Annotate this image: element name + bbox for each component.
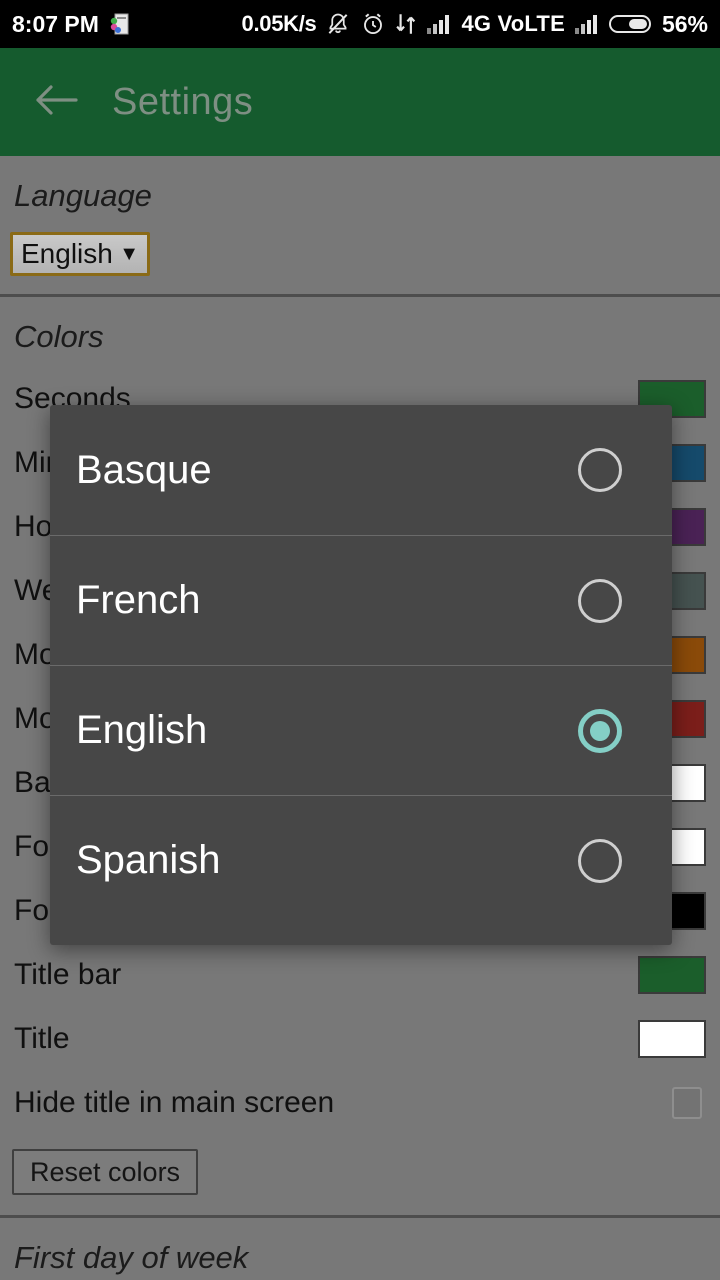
language-option-english[interactable]: English [50, 665, 672, 795]
color-swatch[interactable] [638, 956, 706, 994]
section-header-language: Language [14, 178, 152, 213]
reset-colors-button[interactable]: Reset colors [12, 1149, 199, 1195]
screen-root: 8:07 PM 0.05K/s 4G VoLTE 56% Settings La… [0, 0, 720, 1280]
color-row[interactable]: Hide title in main screen [0, 1071, 720, 1135]
back-arrow-icon [34, 82, 78, 123]
language-option-label: English [76, 708, 208, 752]
status-bar: 8:07 PM 0.05K/s 4G VoLTE 56% [0, 0, 720, 48]
section-header-colors: Colors [14, 319, 104, 354]
language-option-basque[interactable]: Basque [50, 405, 672, 535]
alarm-clock-icon [360, 11, 386, 37]
status-clock: 8:07 PM [12, 10, 99, 37]
section-header-first-day-of-week: First day of week [14, 1240, 249, 1275]
hide-title-checkbox[interactable] [672, 1087, 702, 1119]
app-notification-icon [109, 12, 131, 36]
color-row[interactable]: Title bar [0, 943, 720, 1007]
language-option-radio[interactable] [578, 578, 622, 623]
language-option-label: Spanish [76, 838, 221, 882]
color-swatch[interactable] [638, 1020, 706, 1058]
color-row-label: Hide title in main screen [14, 1086, 335, 1119]
language-option-radio[interactable] [578, 448, 622, 492]
color-row-label: Title [14, 1022, 70, 1055]
language-option-label: French [76, 578, 201, 622]
app-bar: Settings [0, 48, 720, 156]
battery-icon [608, 12, 653, 36]
language-option-spanish[interactable]: Spanish [50, 795, 672, 925]
network-type-text: 4G VoLTE [461, 11, 565, 36]
signal-bars-icon [426, 12, 452, 36]
network-speed-text: 0.05K/s [241, 11, 317, 36]
chevron-down-icon: ▼ [119, 242, 139, 265]
language-option-french[interactable]: French [50, 535, 672, 665]
color-row-label: Title bar [14, 958, 122, 991]
data-transfer-icon [395, 11, 417, 37]
status-bar-right: 0.05K/s 4G VoLTE 56% [242, 11, 708, 38]
battery-percent-text: 56% [661, 10, 708, 37]
color-row[interactable]: Title [0, 1007, 720, 1071]
page-title: Settings [112, 80, 254, 123]
language-option-radio[interactable] [578, 708, 622, 753]
back-button[interactable] [0, 48, 112, 156]
language-picker-dialog[interactable]: Basque French English Spanish [50, 405, 672, 945]
language-option-label: Basque [76, 447, 212, 492]
language-option-radio[interactable] [578, 838, 622, 883]
status-bar-left: 8:07 PM [12, 11, 131, 38]
language-spinner-value: English [21, 238, 113, 269]
signal-bars-icon [574, 12, 600, 36]
language-spinner[interactable]: English ▼ [10, 232, 150, 276]
bell-muted-icon [325, 11, 351, 37]
